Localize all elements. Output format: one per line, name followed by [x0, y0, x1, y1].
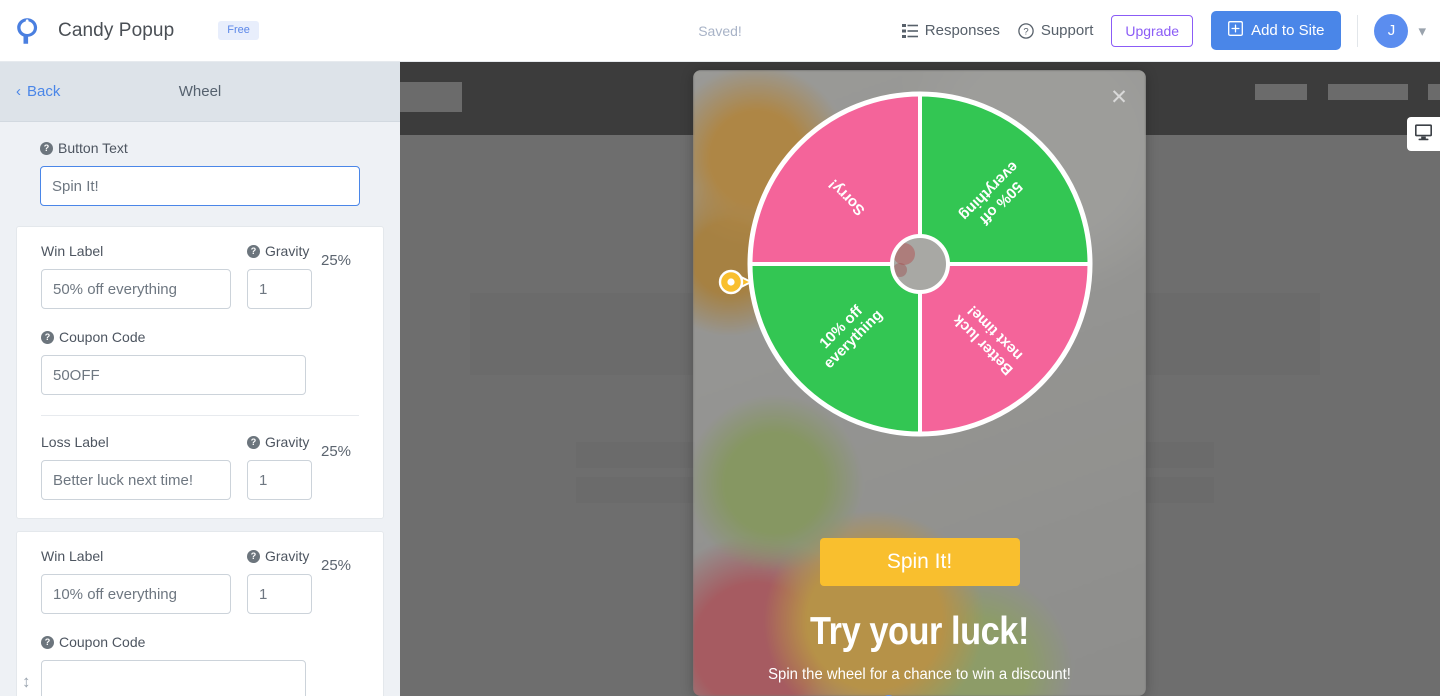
question-mark-icon[interactable]: ?	[41, 635, 54, 649]
powr-logo-icon[interactable]	[14, 17, 40, 45]
question-mark-icon[interactable]: ?	[40, 141, 53, 155]
back-button[interactable]: ‹ Back	[0, 83, 60, 100]
win-label-row-1: Win Label ? Gravity 25%	[41, 243, 359, 309]
button-text-input[interactable]	[40, 166, 360, 206]
gravity-percent-2: 25%	[321, 443, 352, 460]
gravity-label-2: ? Gravity	[247, 434, 312, 450]
support-link[interactable]: ? Support	[1018, 22, 1094, 39]
desktop-monitor-icon	[1414, 123, 1433, 146]
resize-vertical-icon[interactable]: ↕	[22, 673, 31, 690]
plan-badge: Free	[218, 20, 259, 41]
coupon-label-1: ? Coupon Code	[41, 329, 359, 345]
button-text-section: ? Button Text	[0, 122, 400, 226]
header-divider	[1357, 14, 1359, 47]
popup-subheading: Spin the wheel for a chance to win a dis…	[768, 665, 1071, 683]
gravity-percent-1: 25%	[321, 252, 352, 269]
coupon-title-1: Coupon Code	[59, 329, 146, 345]
brand-block: Candy Popup Free	[0, 17, 259, 45]
gravity-percent-3: 25%	[321, 557, 352, 574]
gravity-title-3: Gravity	[265, 548, 310, 564]
gravity-title-1: Gravity	[265, 243, 310, 259]
coupon-input-1[interactable]	[41, 355, 306, 395]
button-text-label-row: ? Button Text	[40, 140, 380, 156]
settings-sidebar: ‹ Back Wheel ? Button Text Win Label	[0, 62, 400, 696]
prize-card-2: Win Label ? Gravity 25% ?	[16, 531, 384, 696]
spin-it-button[interactable]: Spin It!	[819, 538, 1020, 586]
coupon-field-2: ? Coupon Code	[41, 634, 359, 696]
list-icon	[901, 23, 918, 38]
gravity-field-1: ? Gravity	[247, 243, 312, 309]
avatar[interactable]: J	[1374, 13, 1409, 48]
sidebar-header: ‹ Back Wheel	[0, 62, 400, 122]
plus-box-icon	[1228, 21, 1244, 40]
top-header: Candy Popup Free Saved! Responses ? Supp…	[0, 0, 1440, 62]
preview-canvas: ✕ Sorry! 50% offeverything Better luckne…	[400, 62, 1440, 696]
win-label-row-2: Win Label ? Gravity 25%	[41, 548, 359, 614]
gravity-input-3[interactable]	[247, 574, 312, 614]
support-label: Support	[1040, 22, 1094, 39]
mock-block	[400, 82, 462, 112]
upgrade-button[interactable]: Upgrade	[1111, 14, 1194, 47]
gravity-field-2: ? Gravity	[247, 434, 312, 500]
sidebar-body: ? Button Text Win Label ? Gravity	[0, 122, 400, 696]
add-to-site-label: Add to Site	[1251, 22, 1325, 39]
loss-label-row-1: Loss Label ? Gravity 25%	[41, 434, 359, 500]
win-label-input-1[interactable]	[41, 269, 231, 309]
question-mark-icon[interactable]: ?	[247, 244, 260, 258]
question-mark-icon[interactable]: ?	[247, 435, 260, 449]
coupon-label-2: ? Coupon Code	[41, 634, 359, 650]
mock-block	[1328, 84, 1408, 100]
loss-label-field-1: Loss Label	[41, 434, 231, 500]
win-label-title-1: Win Label	[41, 243, 104, 259]
coupon-title-2: Coupon Code	[59, 634, 146, 650]
gravity-input-2[interactable]	[247, 460, 312, 500]
wheel-widget: Sorry! 50% offeverything Better lucknext…	[693, 82, 1146, 448]
win-label-field-1: Win Label	[41, 243, 231, 309]
loss-label-input-1[interactable]	[41, 460, 231, 500]
svg-text:?: ?	[1023, 26, 1028, 37]
loss-label-title-1: Loss Label	[41, 434, 109, 450]
responses-label: Responses	[924, 22, 1000, 39]
gravity-label-1: ? Gravity	[247, 243, 312, 259]
question-mark-icon[interactable]: ?	[247, 549, 260, 563]
card-divider-1	[41, 415, 359, 416]
prize-card-1: Win Label ? Gravity 25% ?	[16, 226, 384, 519]
responses-link[interactable]: Responses	[901, 22, 1000, 39]
header-actions: Responses ? Support Upgrade Add to Site …	[901, 11, 1440, 50]
win-label-field-2: Win Label	[41, 548, 231, 614]
popup-preview: ✕ Sorry! 50% offeverything Better luckne…	[693, 70, 1146, 696]
back-label: Back	[27, 83, 61, 100]
app-root: Candy Popup Free Saved! Responses ? Supp…	[0, 0, 1440, 696]
device-toggle-button[interactable]	[1407, 117, 1440, 151]
gravity-label-3: ? Gravity	[247, 548, 312, 564]
question-circle-icon: ?	[1018, 22, 1034, 39]
gravity-input-1[interactable]	[247, 269, 312, 309]
wheel-pointer-icon	[717, 268, 755, 296]
prize-wheel[interactable]: Sorry! 50% offeverything Better lucknext…	[744, 88, 1096, 440]
coupon-input-2[interactable]	[41, 660, 306, 696]
page-title: Candy Popup	[58, 19, 175, 41]
gravity-field-3: ? Gravity	[247, 548, 312, 614]
win-label-title-2: Win Label	[41, 548, 104, 564]
coupon-field-1: ? Coupon Code	[41, 329, 359, 395]
close-icon[interactable]: ✕	[1108, 86, 1130, 108]
popup-heading: Try your luck!	[810, 610, 1029, 653]
win-label-input-2[interactable]	[41, 574, 231, 614]
add-to-site-button[interactable]: Add to Site	[1211, 11, 1342, 50]
mock-block	[1428, 84, 1440, 100]
chevron-down-icon[interactable]: ▾	[1418, 22, 1426, 40]
button-text-label: Button Text	[58, 140, 128, 156]
mock-block	[1255, 84, 1307, 100]
question-mark-icon[interactable]: ?	[41, 330, 54, 344]
gravity-title-2: Gravity	[265, 434, 310, 450]
popup-text-block: Try your luck! Spin the wheel for a chan…	[693, 612, 1146, 696]
chevron-left-icon: ‹	[16, 83, 21, 100]
